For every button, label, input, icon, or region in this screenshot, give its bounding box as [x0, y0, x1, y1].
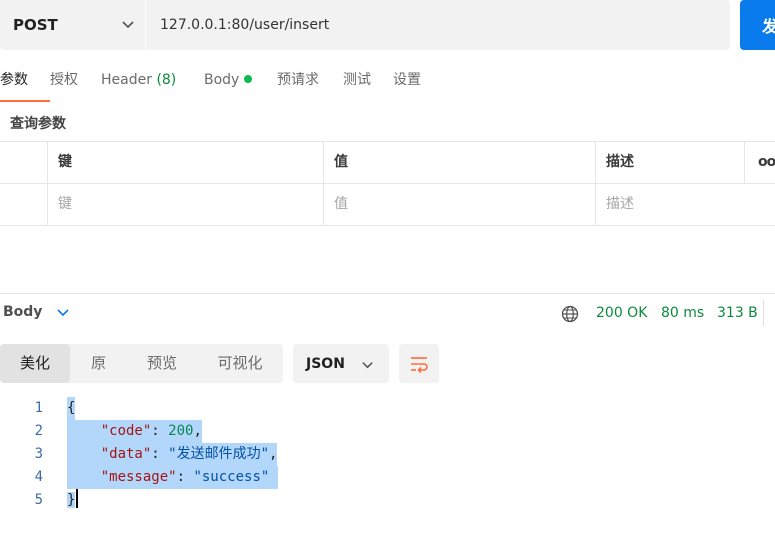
column-header-value: 值: [323, 142, 595, 184]
params-header-row: 键 值 描述 ooo: [0, 142, 775, 184]
line-content: }: [67, 489, 79, 512]
wrap-lines-icon: [411, 356, 428, 373]
chevron-down-icon: [122, 21, 134, 29]
params-table: 键 值 描述 ooo 键 值 描述: [0, 141, 775, 226]
code-line: 4 "message": "success": [0, 466, 775, 489]
line-content: {: [67, 397, 76, 420]
tab-headers[interactable]: Header (8): [101, 70, 204, 102]
more-options-icon[interactable]: ooo: [744, 142, 775, 184]
json-number-value: 200: [168, 423, 194, 439]
response-view-switcher: 美化 原 预览 可视化: [0, 344, 283, 383]
json-brace: }: [67, 492, 76, 508]
json-string-value: "发送邮件成功": [168, 446, 270, 462]
tab-body-label: Body: [204, 72, 240, 88]
format-label: JSON: [306, 355, 345, 372]
chevron-down-icon: [362, 362, 373, 369]
tab-settings-label: 设置: [393, 72, 421, 88]
response-code-editor[interactable]: 1 { 2 "code": 200, 3 "data": "发送邮件成功", 4…: [0, 397, 775, 512]
send-label: 发: [762, 17, 775, 36]
table-row: 键 值 描述: [0, 184, 775, 226]
pane-divider[interactable]: [0, 293, 775, 294]
wrap-lines-button[interactable]: [399, 344, 439, 383]
code-line: 5 }: [0, 489, 775, 512]
format-select[interactable]: JSON: [293, 344, 389, 383]
json-key: "data": [100, 446, 152, 462]
tab-body[interactable]: Body: [204, 70, 277, 102]
param-key-input[interactable]: 键: [47, 184, 323, 226]
tab-params[interactable]: 参数: [0, 70, 50, 102]
column-header-description: 描述: [595, 142, 744, 184]
method-select[interactable]: POST: [0, 0, 145, 50]
tab-auth-label: 授权: [50, 72, 78, 88]
line-content: "data": "发送邮件成功",: [67, 443, 278, 466]
request-tabs: 参数 授权 Header (8) Body 预请求 测试 设置: [0, 70, 433, 102]
vertical-separator: [763, 300, 764, 326]
json-colon: :: [151, 423, 169, 439]
view-raw-button[interactable]: 原: [70, 344, 127, 383]
param-description-input[interactable]: 描述: [595, 184, 775, 226]
tab-auth[interactable]: 授权: [50, 70, 101, 102]
method-label: POST: [13, 16, 58, 34]
line-number: 4: [34, 469, 43, 485]
body-indicator-dot: [244, 75, 253, 83]
url-text: 127.0.0.1:80/user/insert: [160, 17, 330, 33]
tab-prerequest-label: 预请求: [277, 72, 319, 88]
column-header-key: 键: [47, 142, 323, 184]
view-preview-button[interactable]: 预览: [127, 344, 197, 383]
postman-window: POST 127.0.0.1:80/user/insert 发 参数 授权 He…: [0, 0, 775, 554]
param-value-input[interactable]: 值: [323, 184, 595, 226]
line-number: 1: [34, 400, 43, 416]
response-body-label: Body: [3, 304, 43, 320]
json-key: "message": [100, 469, 177, 485]
tab-tests[interactable]: 测试: [343, 70, 393, 102]
json-comma: ,: [269, 446, 278, 462]
json-key: "code": [100, 423, 152, 439]
response-status[interactable]: 200 OK: [596, 305, 647, 321]
code-line: 1 {: [0, 397, 775, 420]
code-line: 2 "code": 200,: [0, 420, 775, 443]
json-string-value: "success": [193, 469, 270, 485]
view-pretty-button[interactable]: 美化: [0, 344, 70, 383]
tab-prerequest[interactable]: 预请求: [277, 70, 343, 102]
line-content: "code": 200,: [67, 420, 202, 443]
code-line: 3 "data": "发送邮件成功",: [0, 443, 775, 466]
json-colon: :: [151, 446, 169, 462]
globe-icon[interactable]: [561, 305, 579, 323]
tab-tests-label: 测试: [343, 72, 371, 88]
view-visualize-button[interactable]: 可视化: [197, 344, 283, 383]
line-content: "message": "success": [67, 466, 278, 489]
tab-params-label: 参数: [0, 72, 28, 88]
text-caret: [76, 489, 79, 508]
json-brace: {: [67, 400, 76, 416]
response-time[interactable]: 80 ms: [661, 305, 704, 321]
line-number: 2: [34, 423, 43, 439]
tab-headers-label: Header: [101, 72, 152, 88]
json-colon: :: [176, 469, 194, 485]
url-input[interactable]: 127.0.0.1:80/user/insert: [146, 0, 730, 50]
response-body-dropdown[interactable]: Body: [3, 304, 70, 320]
headers-count-badge: (8): [156, 72, 177, 88]
query-params-title: 查询参数: [10, 116, 66, 132]
send-button[interactable]: 发: [740, 0, 775, 50]
line-number: 3: [34, 446, 43, 462]
json-comma: ,: [193, 423, 202, 439]
response-size[interactable]: 313 B: [717, 305, 758, 321]
tab-settings[interactable]: 设置: [393, 70, 433, 102]
line-number: 5: [34, 492, 43, 508]
chevron-down-icon: [57, 309, 70, 317]
